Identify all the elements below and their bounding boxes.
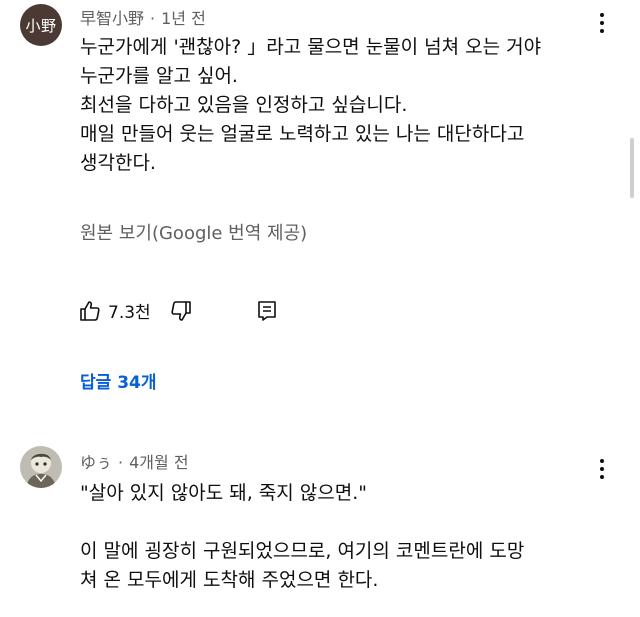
comment-line (80, 508, 524, 537)
comment-text: "살아 있지 않아도 돼, 죽지 않으면." 이 말에 굉장히 구원되었으므로,… (80, 479, 524, 595)
meta-separator: · (118, 453, 124, 472)
replies-toggle[interactable]: 답글 34개 (80, 368, 157, 393)
thumb-down-icon[interactable] (169, 299, 193, 323)
view-original-link[interactable]: 원본 보기(Google 번역 제공) (80, 219, 307, 245)
scrollbar[interactable] (630, 138, 634, 198)
comment-reply-icon[interactable] (255, 299, 279, 323)
comment-line: 누군가에게 '괜찮아? 」라고 물으면 눈물이 넘쳐 오는 거야 (80, 36, 542, 58)
comment-line: 이 말에 굉장히 구원되었으므로, 여기의 코멘트란에 도망 (80, 540, 525, 562)
comment-line: 쳐 온 모두에게 도착해 주었으면 한다. (80, 569, 379, 591)
comment-meta: 早智小野 · 1년 전 (80, 5, 206, 29)
author-name[interactable]: 早智小野 (80, 9, 144, 28)
comment-line: 누군가를 알고 싶어. (80, 65, 238, 87)
meta-separator: · (150, 9, 156, 28)
more-vert-icon[interactable] (592, 456, 612, 482)
like-count: 7.3천 (108, 303, 151, 323)
comment-actions: 7.3천 (78, 298, 279, 323)
comment-line: 매일 만들어 웃는 얼굴로 노력하고 있는 나는 대단하다고 (80, 123, 525, 145)
comments-page: 小野 早智小野 · 1년 전 누군가에게 '괜찮아? 」라고 물으면 눈물이 넘쳐 … (0, 0, 640, 617)
comment-time[interactable]: 4개월 전 (129, 453, 188, 472)
more-vert-icon[interactable] (592, 10, 612, 36)
avatar[interactable]: 小野 (20, 4, 62, 46)
thumb-up-icon[interactable] (78, 299, 102, 323)
comment-time[interactable]: 1년 전 (161, 9, 206, 28)
author-name[interactable]: ゆぅ (80, 453, 112, 472)
comment-meta: ゆぅ · 4개월 전 (80, 449, 189, 473)
comment-line: "살아 있지 않아도 돼, 죽지 않으면." (80, 482, 367, 504)
comment-text: 누군가에게 '괜찮아? 」라고 물으면 눈물이 넘쳐 오는 거야 누군가를 알고… (80, 33, 541, 178)
comment-line: 생각한다. (80, 152, 156, 174)
avatar[interactable] (20, 446, 62, 488)
comment-line: 최선을 다하고 있음을 인정하고 싶습니다. (80, 94, 408, 116)
avatar-label: 小野 (25, 16, 57, 35)
